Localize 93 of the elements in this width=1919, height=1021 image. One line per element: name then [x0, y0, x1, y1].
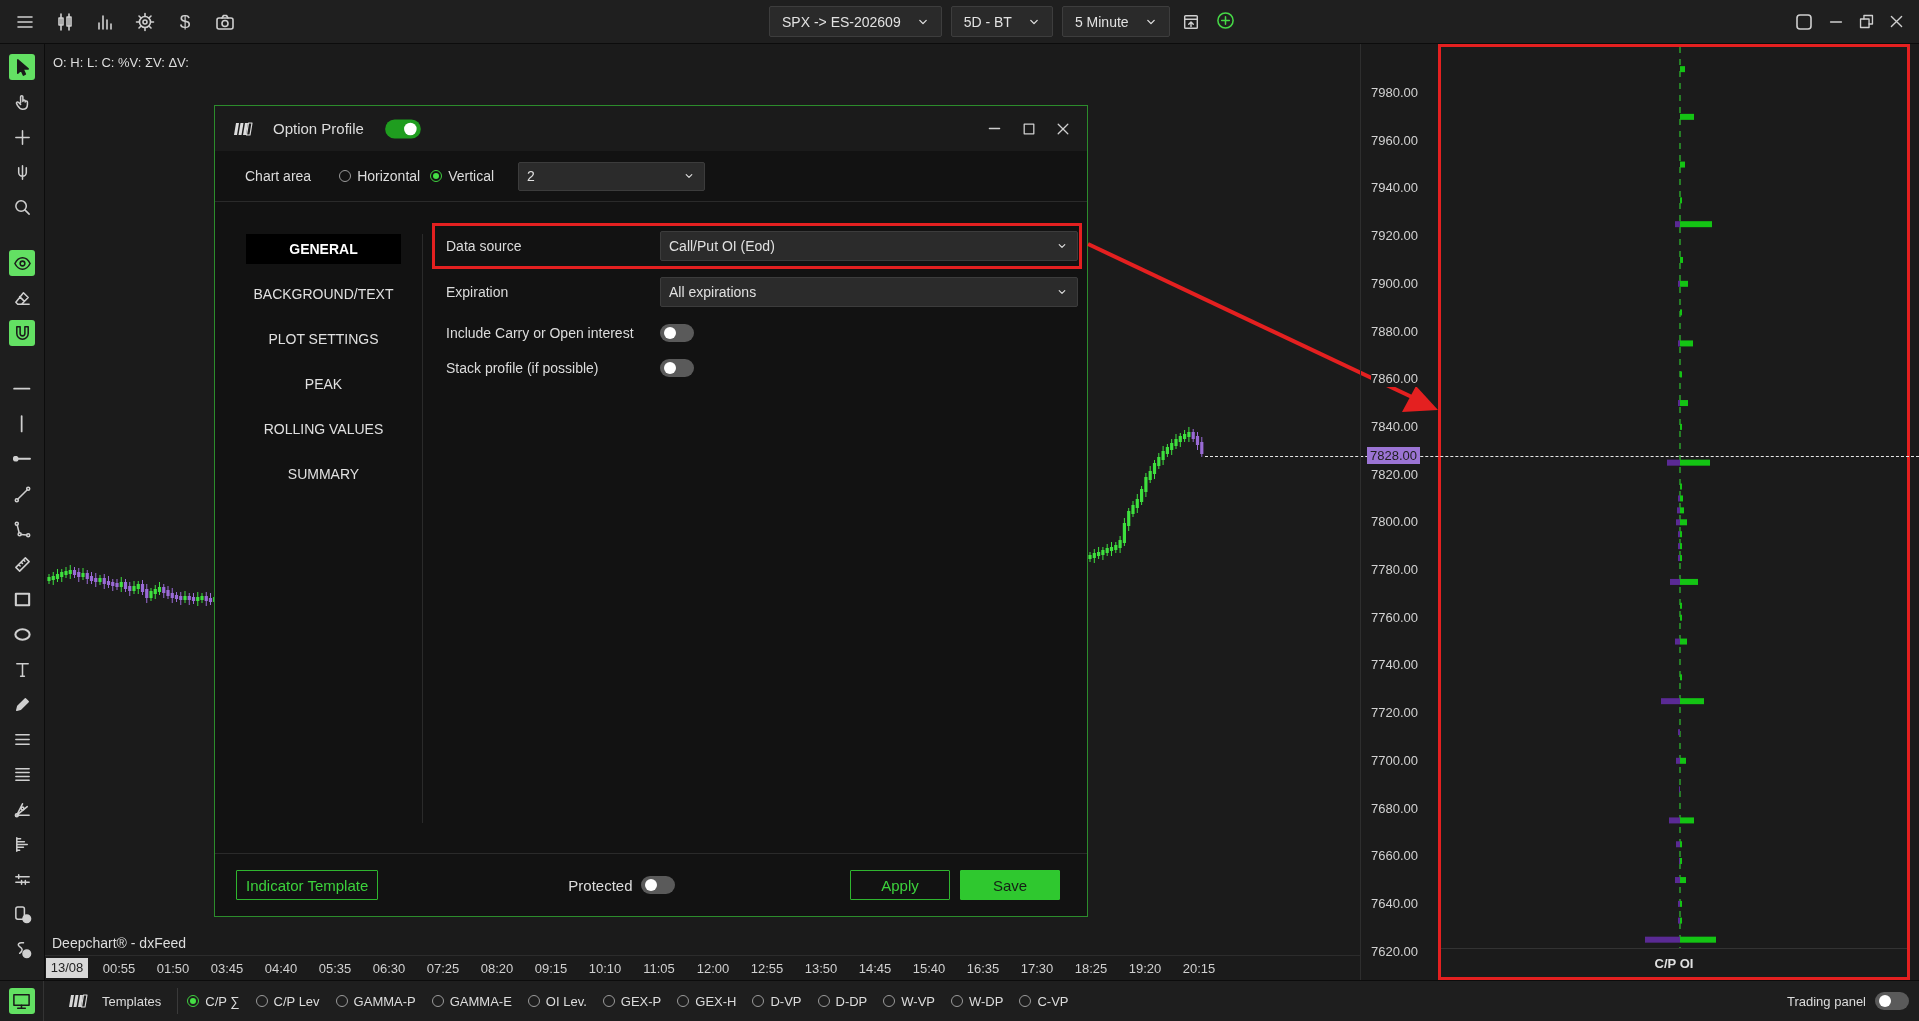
time-label: 20:15 [1181, 960, 1217, 976]
radio-label[interactable]: Horizontal [357, 168, 421, 184]
ruler-icon [12, 554, 32, 574]
nav-tab[interactable]: BACKGROUND/TEXT [246, 279, 401, 309]
template-option-label[interactable]: D-VP [770, 993, 802, 1009]
time-label: 06:30 [371, 960, 407, 976]
price-label: 7860.00 [1371, 371, 1418, 388]
nav-tab[interactable]: GENERAL [246, 234, 401, 264]
trend-line-icon [12, 484, 32, 504]
crosshair-icon [12, 127, 32, 147]
nav-tab[interactable]: PEAK [246, 369, 401, 399]
time-label: 14:45 [857, 960, 893, 976]
time-label: 12:55 [749, 960, 785, 976]
current-price-label: 7828.00 [1367, 446, 1420, 464]
indicator-enabled-toggle[interactable] [385, 119, 421, 138]
protected-label: Protected [568, 876, 633, 894]
template-option-label[interactable]: C-VP [1037, 993, 1069, 1009]
settings-icon[interactable] [135, 11, 155, 32]
chart-area-label: Chart area [245, 168, 312, 184]
monitor-icon [12, 991, 31, 1011]
horizontal-line-icon [13, 387, 31, 391]
time-label: 04:40 [263, 960, 299, 976]
add-icon[interactable] [1215, 10, 1235, 30]
dollar-icon[interactable]: $ [175, 10, 195, 33]
templates-label: Templates [102, 993, 162, 1009]
trading-panel-toggle[interactable] [1875, 992, 1909, 1010]
dialog-button[interactable]: Save [960, 870, 1060, 900]
dropdown-field[interactable]: All expirations [660, 277, 1078, 307]
time-label: 15:40 [911, 960, 947, 976]
profile-title: C/P OI [1654, 955, 1694, 971]
template-option-label[interactable]: C/P Lev [273, 993, 320, 1009]
nav-tab[interactable]: PLOT SETTINGS [246, 324, 401, 354]
toggle-switch[interactable] [660, 323, 694, 342]
magnet-tool-button[interactable] [9, 320, 35, 346]
template-option-label[interactable]: D-DP [835, 993, 868, 1009]
time-label: 03:45 [209, 960, 245, 976]
chart-area-dropdown[interactable]: 2 [518, 161, 706, 191]
time-label: 10:10 [587, 960, 623, 976]
radio-label[interactable]: Vertical [448, 168, 495, 184]
field-label: Stack profile (if possible) [445, 359, 600, 376]
time-label: 19:20 [1127, 960, 1163, 976]
vertical-line-icon [20, 415, 24, 433]
field-label: Include Carry or Open interest [445, 324, 635, 341]
time-label: 09:15 [533, 960, 569, 976]
nav-tab[interactable]: ROLLING VALUES [246, 414, 401, 444]
data-source-label: Deepchart® - dxFeed [52, 935, 187, 951]
square-icon[interactable] [1794, 11, 1814, 32]
eye-tool-button[interactable] [9, 250, 35, 276]
template-option-label[interactable]: OI Lev. [545, 993, 587, 1009]
time-label: 11:05 [642, 960, 676, 976]
template-option-label[interactable]: GEX-P [620, 993, 662, 1009]
time-label: 13:50 [803, 960, 839, 976]
time-label: 16:35 [965, 960, 1001, 976]
template-option-label[interactable]: GEX-H [695, 993, 737, 1009]
time-label: 00:55 [101, 960, 137, 976]
restore-icon[interactable] [1858, 13, 1875, 30]
monitor-button[interactable] [8, 988, 35, 1014]
time-label: 17:30 [1019, 960, 1055, 976]
time-label: 07:25 [425, 960, 461, 976]
toggle-switch[interactable] [660, 358, 694, 377]
ohlc-legend: O: H: L: C: %V: ΣV: ΔV: [53, 55, 189, 70]
template-option-label[interactable]: GAMMA-P [353, 993, 416, 1009]
template-option-label[interactable]: W-DP [969, 993, 1004, 1009]
dialog-button[interactable]: Apply [850, 870, 950, 900]
polyline-icon [12, 519, 32, 539]
template-option-label[interactable]: W-VP [901, 993, 935, 1009]
logo-icon [68, 991, 88, 1011]
protected-toggle[interactable] [640, 876, 675, 894]
template-option-label[interactable]: C/P ∑ [205, 993, 240, 1009]
dropdown-field[interactable]: Call/Put OI (Eod) [660, 231, 1078, 261]
field-label: Data source [445, 238, 523, 254]
field-label: Expiration [445, 284, 510, 300]
window-upload-icon[interactable] [1181, 12, 1200, 31]
time-label: 01:50 [155, 960, 191, 976]
close-icon[interactable] [1888, 13, 1905, 30]
time-label: 08:20 [479, 960, 515, 976]
indicator-template-button[interactable]: Indicator Template [236, 870, 379, 900]
time-label: 13/08 [46, 958, 88, 978]
dialog-title: Option Profile [273, 120, 364, 137]
time-label: 05:35 [317, 960, 353, 976]
time-label: 12:00 [695, 960, 731, 976]
search-icon [12, 197, 32, 217]
time-label: 18:25 [1073, 960, 1109, 976]
trading-panel-label: Trading panel [1787, 993, 1866, 1009]
selector-dropdown[interactable]: 5D - BT [950, 6, 1053, 37]
selector-dropdown[interactable]: SPX -> ES-202609 [769, 6, 942, 37]
nav-tab[interactable]: SUMMARY [246, 459, 401, 489]
template-option-label[interactable]: GAMMA-E [449, 993, 512, 1009]
cursor-tool-button[interactable] [9, 54, 35, 80]
candlestick-icon[interactable] [55, 11, 75, 32]
ray-icon [12, 456, 32, 462]
document-coin-icon [12, 904, 32, 924]
selector-dropdown[interactable]: 5 Minute [1061, 6, 1170, 37]
